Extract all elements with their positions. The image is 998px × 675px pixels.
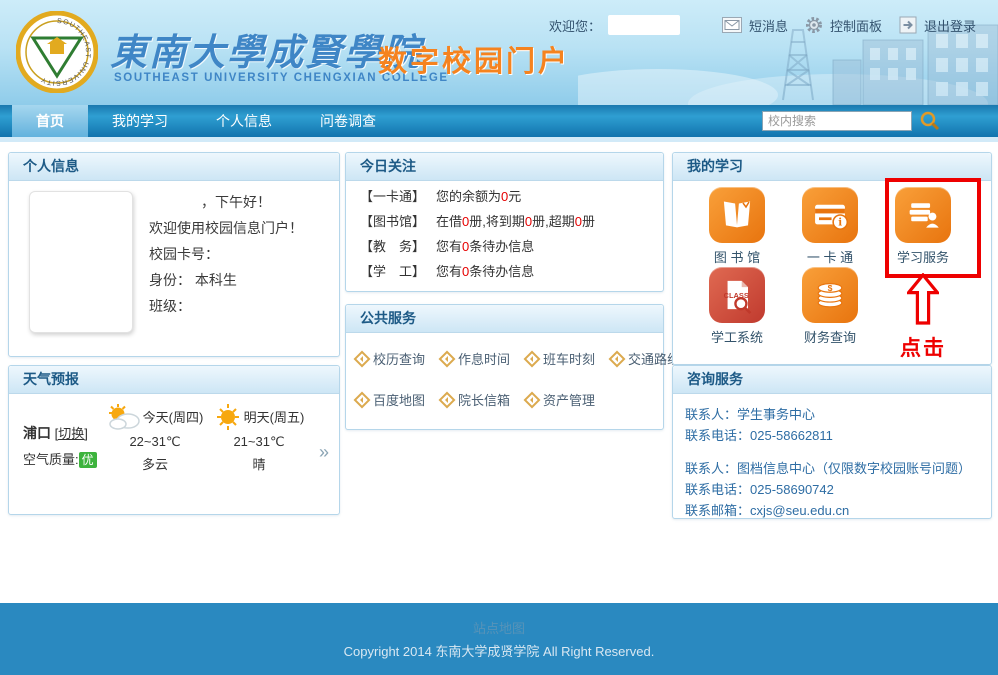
card-number-line: 校园卡号： (149, 241, 303, 267)
my-learning-title: 我的学习 (673, 153, 991, 181)
sunny-icon (214, 404, 242, 430)
nav-tab-my-learning[interactable]: 我的学习 (88, 105, 192, 137)
diamond-arrow-icon (354, 350, 371, 367)
copyright-text: Copyright 2014 东南大学成贤学院 All Right Reserv… (0, 641, 998, 660)
today-temp: 22~31℃ (105, 430, 205, 453)
svg-text:i: i (838, 217, 842, 229)
main-navigation: 首页 我的学习 个人信息 问卷调查 (0, 105, 998, 137)
my-learning-panel: 我的学习 图 书 馆 i (672, 152, 992, 365)
page-footer: 站点地图 Copyright 2014 东南大学成贤学院 All Right R… (0, 603, 998, 675)
sitemap-link[interactable]: 站点地图 (473, 618, 525, 637)
weather-city-line: 浦口 [切换] (23, 420, 97, 447)
welcome-label: 欢迎您： (549, 16, 601, 35)
public-services-panel: 公共服务 校历查询 作息时间 班车时刻 交通路线 百度地图 院长信箱 资产管理 (345, 304, 664, 430)
air-quality-badge: 优 (79, 452, 97, 468)
personal-info-title: 个人信息 (9, 153, 339, 181)
public-services-title: 公共服务 (346, 305, 663, 333)
logout-icon (899, 16, 917, 34)
service-link-baidu-map[interactable]: 百度地图 (356, 390, 425, 409)
messages-link[interactable]: 短消息 (749, 16, 788, 35)
up-arrow-icon (907, 273, 939, 325)
service-link-calendar[interactable]: 校历查询 (356, 349, 425, 368)
contact-email-line: 联系邮箱：cxjs@seu.edu.cn (685, 500, 991, 521)
welcome-line: 欢迎使用校园信息门户！ (149, 215, 303, 241)
consult-services-title: 咨询服务 (673, 366, 991, 394)
nav-bottom-strip (0, 137, 998, 142)
username-redacted-box (608, 15, 680, 35)
annotation-click-here: 点击 (878, 273, 968, 362)
service-link-shuttle[interactable]: 班车时刻 (526, 349, 595, 368)
contact-phone-line: 联系电话：025-58662811 (685, 425, 991, 446)
service-link-traffic[interactable]: 交通路线 (611, 349, 680, 368)
diamond-arrow-icon (609, 350, 626, 367)
gear-icon (805, 16, 823, 34)
tomorrow-desc: 晴 (209, 453, 309, 476)
campus-search-input[interactable] (762, 111, 912, 131)
today-item-ecard: 【一卡通】 您的余额为0元 (346, 181, 663, 206)
diamond-arrow-icon (354, 391, 371, 408)
profile-photo-placeholder (29, 191, 133, 333)
partly-cloudy-icon (107, 404, 141, 430)
weather-more-chevron[interactable]: » (319, 442, 329, 463)
personal-info-panel: 个人信息 ，下午好！ 欢迎使用校园信息门户！ 校园卡号： 身份： 本科生 班级： (8, 152, 340, 357)
today-focus-title: 今日关注 (346, 153, 663, 181)
header-toolbar: 欢迎您： 短消息 控制面板 退出登录 (549, 15, 986, 35)
service-link-schedule[interactable]: 作息时间 (441, 349, 510, 368)
mail-icon (722, 17, 742, 33)
coins-icon: $ (802, 267, 858, 323)
card-info-icon: i (802, 187, 858, 243)
control-panel-link[interactable]: 控制面板 (830, 16, 882, 35)
contact-phone-line: 联系电话：025-58690742 (685, 479, 991, 500)
diamond-arrow-icon (439, 391, 456, 408)
logout-link[interactable]: 退出登录 (924, 16, 976, 35)
app-finance-query[interactable]: $ 财务查询 (785, 267, 875, 346)
service-link-dean-mailbox[interactable]: 院长信箱 (441, 390, 510, 409)
today-desc: 多云 (105, 453, 205, 476)
portal-title: 数字校园门户 (378, 38, 570, 80)
consult-services-panel: 咨询服务 联系人：学生事务中心 联系电话：025-58662811 联系人：图档… (672, 365, 992, 519)
class-search-icon: CLASS (709, 267, 765, 323)
class-line: 班级： (149, 293, 303, 319)
diamond-arrow-icon (524, 350, 541, 367)
today-item-library: 【图书馆】 在借0册,将到期0册,超期0册 (346, 206, 663, 231)
tomorrow-temp: 21~31℃ (209, 430, 309, 453)
city-name: 浦口 (23, 425, 51, 441)
library-books-icon (709, 187, 765, 243)
diamond-arrow-icon (524, 391, 541, 408)
weather-today: 今天(周四) 22~31℃ 多云 (105, 404, 205, 476)
contact-person-line: 联系人：图档信息中心（仅限数字校园账号问题） (685, 458, 991, 479)
nav-tab-home[interactable]: 首页 (12, 105, 88, 137)
nav-tab-survey[interactable]: 问卷调查 (296, 105, 400, 137)
app-student-system[interactable]: CLASS 学工系统 (692, 267, 782, 346)
nav-tab-personal-info[interactable]: 个人信息 (192, 105, 296, 137)
weather-tomorrow: 明天(周五) 21~31℃ 晴 (209, 404, 309, 476)
city-switch-link[interactable]: [切换] (55, 426, 88, 441)
school-name-chinese: 東南大學成賢學院 (110, 22, 422, 76)
service-link-assets[interactable]: 资产管理 (526, 390, 595, 409)
today-item-academic: 【教 务】 您有0条待办信息 (346, 231, 663, 256)
page-header: SOUTHEAST UNIVERSITY 東南大學成賢學院 SOUTHEAST … (0, 0, 998, 105)
app-ecard[interactable]: i 一 卡 通 (785, 187, 875, 266)
weather-panel: 天气预报 浦口 [切换] 空气质量:优 今天(周四) 22~31℃ (8, 365, 340, 515)
contact-person-line: 联系人：学生事务中心 (685, 404, 991, 425)
diamond-arrow-icon (439, 350, 456, 367)
greeting-line: ，下午好！ (149, 189, 303, 215)
air-quality-line: 空气质量:优 (23, 447, 97, 473)
svg-text:$: $ (828, 283, 833, 293)
today-item-student-affairs: 【学 工】 您有0条待办信息 (346, 256, 663, 281)
search-icon[interactable] (920, 111, 940, 131)
identity-line: 身份： 本科生 (149, 267, 303, 293)
app-library[interactable]: 图 书 馆 (692, 187, 782, 266)
app-learning-service[interactable]: 学习服务 (878, 187, 968, 266)
university-seal-logo: SOUTHEAST UNIVERSITY (16, 11, 98, 93)
today-focus-panel: 今日关注 【一卡通】 您的余额为0元 【图书馆】 在借0册,将到期0册,超期0册… (345, 152, 664, 292)
personal-info-text: ，下午好！ 欢迎使用校园信息门户！ 校园卡号： 身份： 本科生 班级： (149, 189, 303, 319)
learning-service-icon (895, 187, 951, 243)
weather-title: 天气预报 (9, 366, 339, 394)
